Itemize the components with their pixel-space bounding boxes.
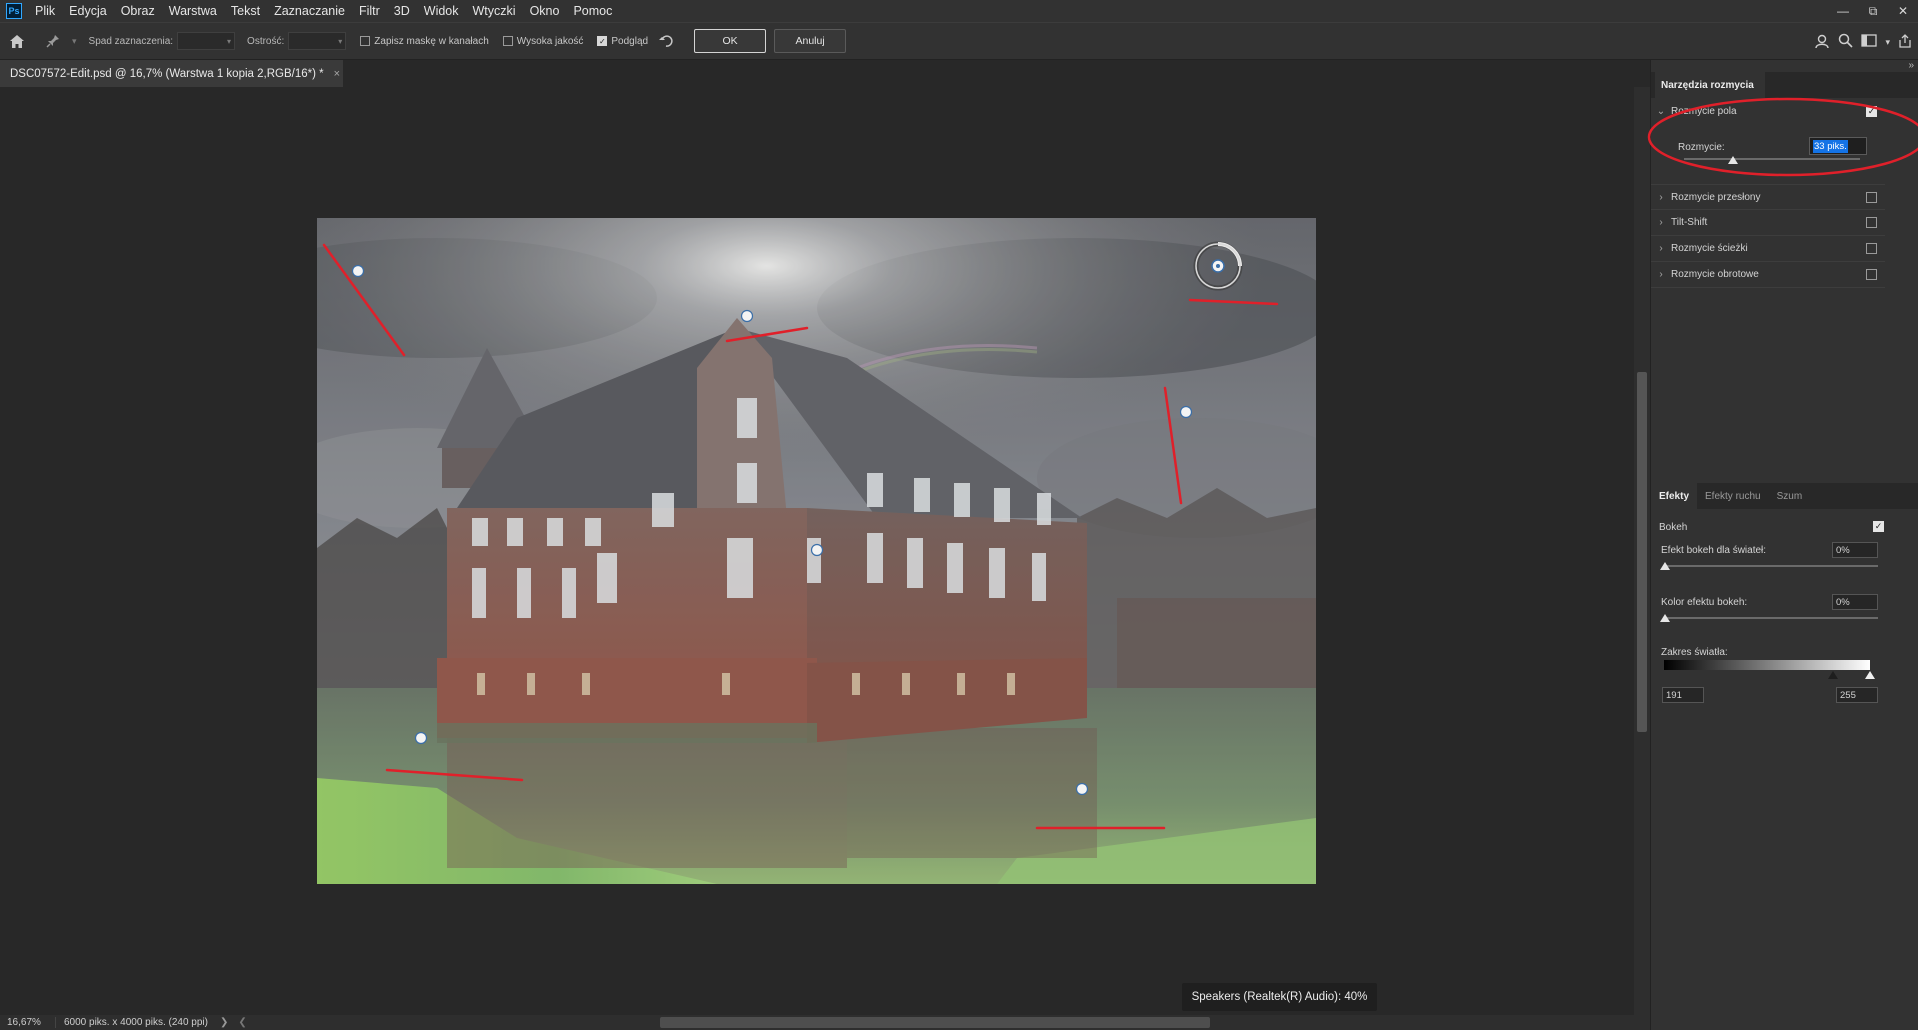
photoshop-logo: Ps [6, 3, 22, 19]
iris-blur-row[interactable]: › Rozmycie przesłony [1651, 184, 1885, 210]
light-bokeh-input[interactable]: 0% [1832, 542, 1878, 558]
iris-blur-checkbox[interactable] [1866, 191, 1877, 203]
bokeh-color-label: Kolor efektu bokeh: [1661, 597, 1748, 608]
tab-motion-effects[interactable]: Efekty ruchu [1697, 483, 1769, 509]
preview-checkbox[interactable]: ✓ [597, 36, 608, 46]
pin-tool-icon[interactable] [36, 26, 70, 56]
high-quality-label: Wysoka jakość [516, 35, 584, 47]
share-icon[interactable] [1898, 33, 1912, 51]
home-icon[interactable] [0, 26, 34, 56]
workspace-dropdown-icon[interactable]: ▾ [1885, 37, 1890, 48]
light-bokeh-slider-thumb[interactable] [1660, 562, 1670, 570]
bokeh-color-input[interactable]: 0% [1832, 594, 1878, 610]
menu-bar: Ps Plik Edycja Obraz Warstwa Tekst Zazna… [0, 0, 1918, 22]
chevron-right-icon[interactable]: › [1651, 192, 1671, 203]
dropdown-arrow-icon[interactable]: ▾ [72, 36, 77, 47]
blur-tools-panel: » Narzędzia rozmycia ⌄ Rozmycie pola ✓ R… [1647, 60, 1918, 1030]
options-bar: ▾ Spad zaznaczenia: ▾ Ostrość: ▾ Zapisz … [0, 22, 1918, 60]
menu-select[interactable]: Zaznaczanie [267, 0, 352, 22]
scroll-left-icon[interactable]: ❮ [238, 1017, 246, 1028]
high-quality-checkbox[interactable] [502, 36, 513, 46]
menu-edit[interactable]: Edycja [62, 0, 114, 22]
light-range-gradient[interactable] [1664, 660, 1870, 670]
menu-view[interactable]: Widok [417, 0, 466, 22]
status-expand-icon[interactable]: ❯ [220, 1017, 228, 1028]
menu-layer[interactable]: Warstwa [162, 0, 224, 22]
light-range-min-thumb[interactable] [1828, 671, 1838, 679]
spin-blur-checkbox[interactable] [1866, 269, 1877, 280]
spin-blur-label: Rozmycie obrotowe [1671, 269, 1759, 280]
menu-window[interactable]: Okno [523, 0, 567, 22]
light-range-max-input[interactable]: 255 [1836, 687, 1878, 703]
light-bokeh-label: Efekt bokeh dla świateł: [1661, 545, 1767, 556]
restore-icon[interactable]: ⧉ [1858, 0, 1888, 22]
minimize-icon[interactable]: — [1828, 0, 1858, 22]
path-blur-checkbox[interactable] [1866, 243, 1877, 254]
vertical-scrollbar-thumb[interactable] [1637, 372, 1647, 732]
document-tab-title: DSC07572-Edit.psd @ 16,7% (Warstwa 1 kop… [10, 67, 324, 80]
effects-tabstrip: Efekty Efekty ruchu Szum [1651, 483, 1918, 509]
cancel-button[interactable]: Anuluj [774, 29, 847, 53]
path-blur-row[interactable]: › Rozmycie ścieżki [1651, 236, 1885, 262]
light-range-min-input[interactable]: 191 [1662, 687, 1704, 703]
tilt-shift-checkbox[interactable] [1866, 217, 1877, 228]
path-blur-label: Rozmycie ścieżki [1671, 243, 1748, 254]
red-highlight-ellipse [1647, 97, 1918, 177]
save-mask-label: Zapisz maskę w kanałach [374, 35, 489, 47]
user-icon[interactable] [1814, 33, 1830, 52]
menu-file[interactable]: Plik [28, 0, 62, 22]
bokeh-label: Bokeh [1659, 522, 1688, 533]
document-info: 6000 piks. x 4000 piks. (240 ppi) [64, 1017, 208, 1028]
light-range-max-thumb[interactable] [1865, 671, 1875, 679]
menu-help[interactable]: Pomoc [566, 0, 619, 22]
selection-bleed-field[interactable]: ▾ [177, 32, 236, 50]
close-tab-icon[interactable]: × [334, 68, 340, 80]
canvas-area[interactable] [0, 87, 1634, 1015]
tab-effects[interactable]: Efekty [1651, 483, 1698, 509]
menu-3d[interactable]: 3D [387, 0, 417, 22]
menu-filter[interactable]: Filtr [352, 0, 387, 22]
selection-bleed-label: Spad zaznaczenia: [88, 35, 174, 47]
preview-label: Podgląd [611, 35, 649, 47]
iris-blur-label: Rozmycie przesłony [1671, 191, 1761, 203]
photoshop-window: Ps Plik Edycja Obraz Warstwa Tekst Zazna… [0, 0, 1918, 1030]
horizontal-scrollbar-thumb[interactable] [660, 1017, 1210, 1028]
bokeh-checkbox[interactable]: ✓ [1873, 521, 1884, 532]
tilt-shift-row[interactable]: › Tilt-Shift [1651, 210, 1885, 236]
spin-blur-row[interactable]: › Rozmycie obrotowe [1651, 262, 1885, 288]
menu-type[interactable]: Tekst [224, 0, 267, 22]
close-icon[interactable]: ✕ [1888, 0, 1918, 22]
workspace-icon[interactable] [1861, 34, 1878, 50]
castle-photo[interactable] [317, 218, 1316, 884]
chevron-right-icon[interactable]: › [1651, 243, 1671, 254]
save-mask-checkbox[interactable] [360, 36, 371, 46]
reset-icon[interactable] [652, 26, 680, 56]
options-right-group: ▾ [1814, 23, 1912, 61]
tab-noise[interactable]: Szum [1769, 483, 1811, 509]
tilt-shift-label: Tilt-Shift [1671, 217, 1708, 228]
focus-field[interactable]: ▾ [288, 32, 347, 50]
menu-plugins[interactable]: Wtyczki [466, 0, 523, 22]
collapse-panel-icon[interactable]: » [1908, 60, 1914, 71]
search-icon[interactable] [1838, 33, 1854, 51]
light-bokeh-slider[interactable] [1664, 565, 1878, 567]
window-controls: — ⧉ ✕ [1828, 0, 1918, 22]
document-tab[interactable]: DSC07572-Edit.psd @ 16,7% (Warstwa 1 kop… [0, 60, 343, 87]
light-range-label: Zakres światła: [1661, 647, 1728, 658]
chevron-right-icon[interactable]: › [1651, 217, 1671, 228]
menu-image[interactable]: Obraz [114, 0, 162, 22]
bokeh-color-slider[interactable] [1664, 617, 1878, 619]
vertical-scrollbar[interactable] [1634, 87, 1650, 1015]
focus-label: Ostrość: [247, 35, 285, 47]
zoom-readout[interactable]: 16,67% [0, 1017, 56, 1028]
document-tab-bar: DSC07572-Edit.psd @ 16,7% (Warstwa 1 kop… [0, 60, 1650, 87]
chevron-right-icon[interactable]: › [1651, 269, 1671, 280]
volume-toast: Speakers (Realtek(R) Audio): 40% [1182, 983, 1377, 1011]
ok-button[interactable]: OK [694, 29, 767, 53]
bokeh-color-slider-thumb[interactable] [1660, 614, 1670, 622]
